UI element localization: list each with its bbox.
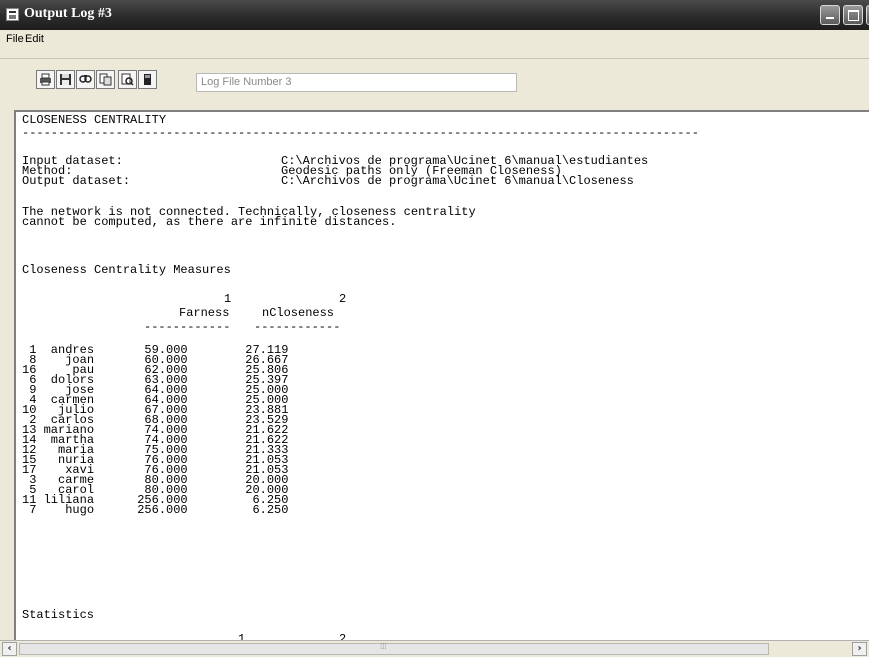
menu-file[interactable]: File — [6, 33, 24, 45]
toolbar: Log File Number 3 — [0, 48, 869, 110]
maximize-button[interactable] — [843, 5, 863, 25]
measures-title: Closeness Centrality Measures — [22, 263, 231, 277]
row-name: hugo — [36, 503, 95, 517]
toolbar-separator — [0, 58, 869, 59]
print-preview-button[interactable] — [118, 70, 137, 89]
copy-button[interactable] — [96, 70, 115, 89]
copy-icon — [99, 73, 112, 86]
window-title: Output Log #3 — [24, 6, 112, 21]
exit-button[interactable] — [138, 70, 157, 89]
ncloseness-header-rule: ------------ — [254, 320, 341, 334]
horizontal-scrollbar[interactable]: ‹ › — [0, 640, 869, 657]
ncloseness-header: nCloseness — [262, 306, 335, 320]
scroll-thumb[interactable] — [19, 642, 769, 655]
results-table: 1 andres 59.000 27.119 8 joan 60.000 26.… — [22, 344, 289, 517]
heading-rule: ----------------------------------------… — [22, 126, 699, 140]
log-file-field[interactable]: Log File Number 3 — [196, 73, 517, 92]
menu-bar: File Edit — [0, 30, 869, 48]
column-index-1: 1 — [224, 292, 232, 306]
scroll-left-button[interactable]: ‹ — [2, 642, 17, 656]
row-farness: 256.000 — [94, 503, 188, 517]
column-index-2: 2 — [339, 292, 347, 306]
save-button[interactable] — [56, 70, 75, 89]
menu-edit[interactable]: Edit — [25, 33, 44, 45]
farness-header-rule: ------------ — [144, 320, 231, 334]
table-row: 7 hugo 256.000 6.250 — [22, 503, 289, 517]
output-dataset-label: Output dataset: — [22, 174, 131, 188]
find-button[interactable] — [76, 70, 95, 89]
row-id: 7 — [22, 503, 37, 517]
statistics-title: Statistics — [22, 608, 95, 622]
scroll-right-button[interactable]: › — [852, 642, 867, 656]
exit-icon — [144, 74, 151, 85]
save-icon — [60, 74, 71, 85]
print-icon — [40, 73, 51, 86]
title-bar: Output Log #3 — [0, 0, 869, 30]
note-line-2: cannot be computed, as there are infinit… — [22, 215, 397, 229]
farness-header: Farness — [179, 306, 230, 320]
minimize-button[interactable] — [820, 5, 840, 25]
row-ncloseness: 6.250 — [187, 503, 289, 517]
output-heading: CLOSENESS CENTRALITY — [22, 113, 167, 127]
output-text-area[interactable]: CLOSENESS CENTRALITY -------------------… — [14, 110, 869, 640]
app-icon[interactable] — [6, 8, 19, 21]
find-icon — [79, 75, 92, 83]
output-dataset-value: C:\Archivos de programa\Ucinet 6\manual\… — [281, 174, 634, 188]
print-preview-icon — [121, 73, 134, 86]
print-button[interactable] — [36, 70, 55, 89]
